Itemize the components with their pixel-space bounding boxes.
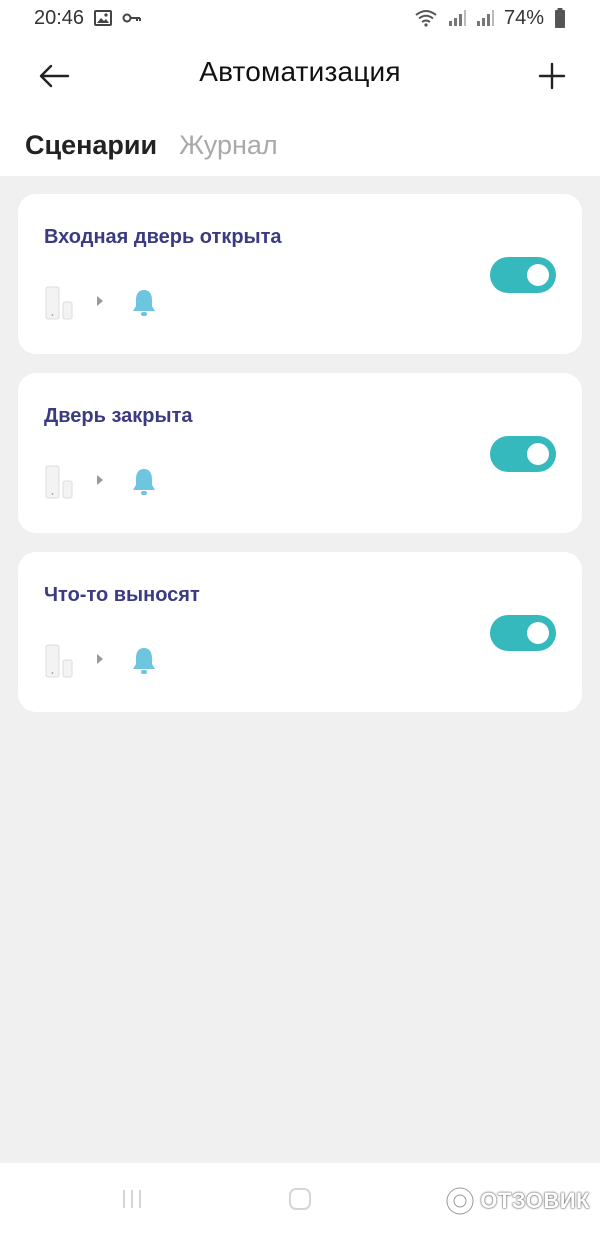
signal-icon <box>448 10 466 26</box>
status-bar: 20:46 74% <box>0 0 600 36</box>
scenario-toggle[interactable] <box>490 257 556 293</box>
battery-percent: 74% <box>503 6 544 29</box>
status-right: 74% <box>414 7 566 30</box>
scenario-toggle[interactable] <box>490 436 556 472</box>
page-title: Автоматизация <box>199 56 401 87</box>
watermark-text: ОТЗОВИК <box>480 1188 590 1213</box>
watermark: ОТЗОВИК <box>444 1185 590 1217</box>
tab-scenarios[interactable]: Сценарии <box>25 130 157 161</box>
scenario-title: Что-то выносят <box>44 584 200 606</box>
door-sensor-icon <box>44 465 74 499</box>
recent-apps-icon[interactable] <box>120 1188 144 1215</box>
home-button[interactable] <box>289 1188 311 1210</box>
watermark-logo-icon <box>445 1186 475 1216</box>
chevron-right-icon <box>96 294 104 312</box>
chevron-right-icon <box>96 473 104 491</box>
scenario-flow <box>44 644 158 678</box>
wifi-icon <box>414 9 438 27</box>
add-scenario-button[interactable] <box>532 56 572 96</box>
key-icon <box>122 12 142 24</box>
door-sensor-icon <box>44 286 74 320</box>
chevron-right-icon <box>96 652 104 670</box>
image-icon <box>94 10 113 26</box>
bell-icon <box>130 288 158 318</box>
toggle-knob <box>527 443 549 465</box>
door-sensor-icon <box>44 644 74 678</box>
plus-icon <box>538 62 566 90</box>
scenario-list: Входная дверь открыта Дверь закрыта Что-… <box>18 194 582 731</box>
app-header: Автоматизация Сценарии Журнал <box>0 36 600 176</box>
scenario-title: Входная дверь открыта <box>44 226 282 248</box>
tab-journal[interactable]: Журнал <box>179 130 278 161</box>
scenario-card[interactable]: Дверь закрыта <box>18 373 582 533</box>
scenario-toggle[interactable] <box>490 615 556 651</box>
scenario-flow <box>44 465 158 499</box>
scenario-title: Дверь закрыта <box>44 405 193 427</box>
scenario-card[interactable]: Что-то выносят <box>18 552 582 712</box>
battery-icon <box>554 8 566 28</box>
bell-icon <box>130 646 158 676</box>
toggle-knob <box>527 622 549 644</box>
scenario-flow <box>44 286 158 320</box>
signal-icon-2 <box>476 10 494 26</box>
tabs: Сценарии Журнал <box>25 130 278 161</box>
scenario-card[interactable]: Входная дверь открыта <box>18 194 582 354</box>
status-time: 20:46 <box>34 6 85 29</box>
bell-icon <box>130 467 158 497</box>
nav-bar: ОТЗОВИК <box>0 1163 600 1233</box>
status-left: 20:46 <box>34 7 142 30</box>
toggle-knob <box>527 264 549 286</box>
